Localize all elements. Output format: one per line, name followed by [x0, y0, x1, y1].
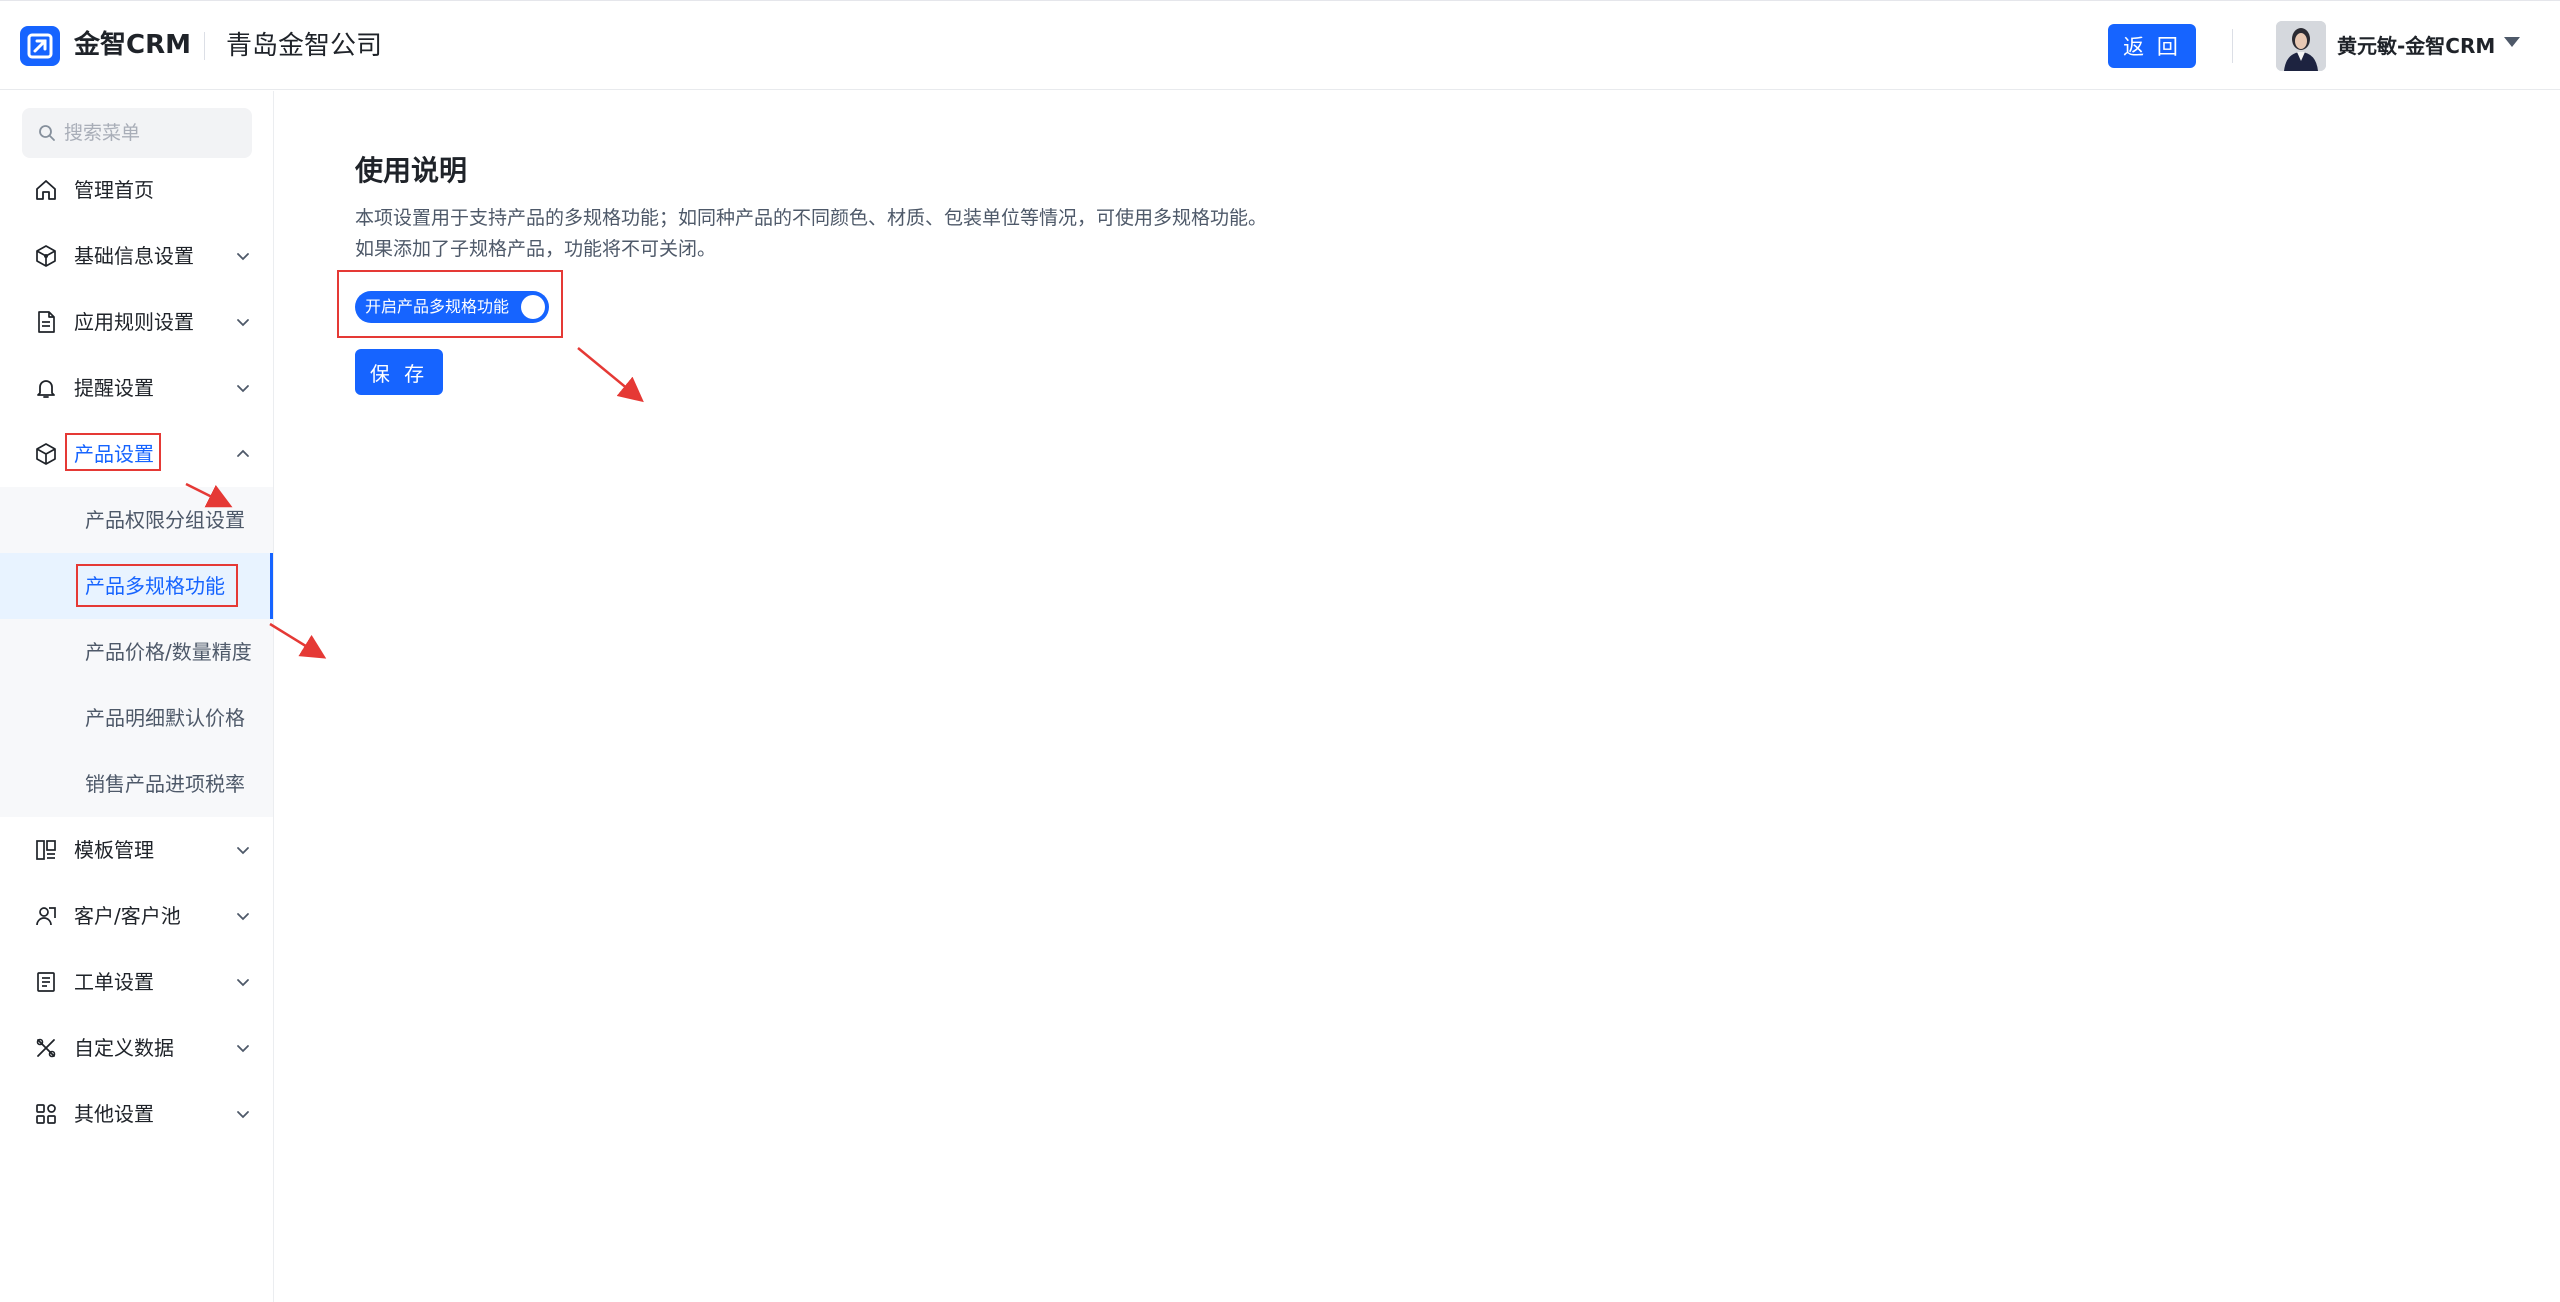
cube-icon: [36, 245, 56, 267]
product-submenu: 产品权限分组设置 产品多规格功能 产品价格/数量精度 产品明细默认价格 销售产品…: [0, 487, 273, 817]
submenu-item-label: 产品明细默认价格: [85, 706, 245, 730]
bell-icon: [37, 380, 55, 398]
chevron-down-icon: [237, 319, 249, 327]
template-icon: [36, 840, 56, 860]
brand-name: 金智CRM: [74, 30, 191, 60]
home-icon: [36, 180, 56, 200]
chevron-down-icon: [237, 253, 249, 261]
main-content: 使用说明 本项设置用于支持产品的多规格功能；如同种产品的不同颜色、材质、包装单位…: [275, 91, 2560, 1302]
sidebar-item-templates[interactable]: 模板管理: [0, 817, 273, 883]
submenu-item-label: 产品权限分组设置: [85, 508, 245, 532]
toggle-knob: [521, 295, 545, 319]
caret-down-icon[interactable]: [2504, 37, 2520, 47]
page-title: 使用说明: [355, 154, 468, 187]
avatar[interactable]: [2276, 21, 2326, 71]
sidebar-item-label: 自定义数据: [74, 1036, 174, 1060]
search-icon: [39, 125, 55, 141]
sidebar: 管理首页 基础信息设置 应用规则设置 提醒设置: [0, 91, 274, 1302]
active-indicator: [270, 553, 273, 619]
brand-divider: [204, 32, 205, 60]
document-icon: [38, 311, 55, 333]
save-button[interactable]: 保 存: [355, 349, 443, 395]
tools-icon: [36, 1038, 56, 1058]
sidebar-item-basic-info[interactable]: 基础信息设置: [0, 223, 273, 289]
sidebar-item-label: 产品设置: [74, 442, 154, 466]
user-name[interactable]: 黄元敏-金智CRM: [2337, 29, 2495, 63]
sidebar-item-label: 其他设置: [74, 1102, 154, 1126]
chevron-down-icon: [237, 385, 249, 393]
sidebar-item-label: 客户/客户池: [74, 904, 181, 928]
box-icon: [36, 443, 56, 465]
sidebar-item-customers[interactable]: 客户/客户池: [0, 883, 273, 949]
menu-search-input[interactable]: [62, 108, 242, 158]
chevron-down-icon: [237, 1111, 249, 1119]
company-name: 青岛金智公司: [226, 31, 383, 61]
sidebar-item-tickets[interactable]: 工单设置: [0, 949, 273, 1015]
sidebar-item-label: 工单设置: [74, 970, 154, 994]
description-line: 本项设置用于支持产品的多规格功能；如同种产品的不同颜色、材质、包装单位等情况，可…: [355, 207, 1268, 229]
sidebar-item-app-rules[interactable]: 应用规则设置: [0, 289, 273, 355]
header-divider: [2232, 29, 2233, 63]
submenu-item-default-price[interactable]: 产品明细默认价格: [0, 685, 273, 751]
submenu-item-label: 销售产品进项税率: [85, 772, 245, 796]
submenu-item-permission-group[interactable]: 产品权限分组设置: [0, 487, 273, 553]
submenu-item-label: 产品多规格功能: [85, 574, 225, 598]
multi-spec-toggle[interactable]: 开启产品多规格功能: [355, 291, 549, 323]
chevron-up-icon: [237, 449, 249, 457]
sidebar-item-home[interactable]: 管理首页: [0, 157, 273, 223]
description-line: 如果添加了子规格产品，功能将不可关闭。: [355, 238, 717, 260]
chevron-down-icon: [237, 847, 249, 855]
chevron-down-icon: [237, 913, 249, 921]
sidebar-item-other-settings[interactable]: 其他设置: [0, 1081, 273, 1147]
sidebar-item-label: 应用规则设置: [74, 310, 194, 334]
submenu-item-label: 产品价格/数量精度: [85, 640, 252, 664]
chevron-down-icon: [237, 1045, 249, 1053]
sidebar-item-label: 提醒设置: [74, 376, 154, 400]
apps-icon: [36, 1104, 56, 1124]
sidebar-item-reminder[interactable]: 提醒设置: [0, 355, 273, 421]
chevron-down-icon: [237, 979, 249, 987]
sidebar-item-custom-data[interactable]: 自定义数据: [0, 1015, 273, 1081]
ticket-icon: [37, 972, 55, 992]
submenu-item-price-precision[interactable]: 产品价格/数量精度: [0, 619, 273, 685]
back-button[interactable]: 返 回: [2108, 24, 2196, 68]
sidebar-item-label: 基础信息设置: [74, 244, 194, 268]
sidebar-item-label: 管理首页: [74, 178, 154, 202]
top-header: 金智CRM 青岛金智公司 返 回 黄元敏-金智CRM: [0, 0, 2560, 90]
sidebar-item-product-settings[interactable]: 产品设置: [0, 421, 273, 487]
menu-search[interactable]: [22, 108, 252, 158]
logo-icon: [20, 26, 60, 66]
toggle-label: 开启产品多规格功能: [365, 297, 510, 316]
sidebar-item-label: 模板管理: [74, 838, 154, 862]
submenu-item-multi-spec[interactable]: 产品多规格功能: [0, 553, 273, 619]
submenu-item-tax-rate[interactable]: 销售产品进项税率: [0, 751, 273, 817]
contacts-icon: [36, 907, 56, 926]
